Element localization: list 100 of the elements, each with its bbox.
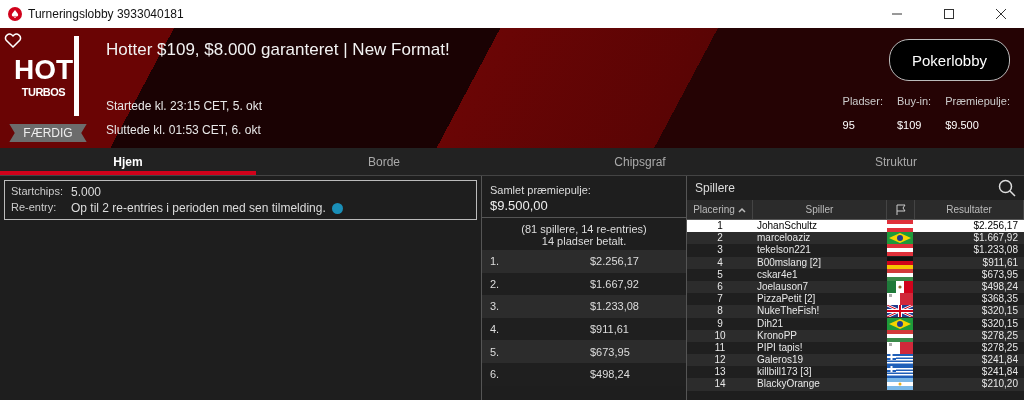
prize-amount: $1.233,08 (590, 300, 639, 313)
player-name: cskar4e1 (756, 268, 799, 281)
info-label: Re-entry: (11, 201, 58, 215)
prize-pool-amount: $9.500,00 (490, 198, 549, 213)
stat-label: Buy-in: (896, 95, 932, 107)
placement-cell-text: 9 (716, 317, 724, 330)
stat-value: $109 (896, 119, 923, 131)
placement-cell-text: 13 (713, 366, 727, 379)
result-cell-text: $673,95 (980, 268, 1019, 281)
placement-cell-text: 3 (716, 244, 724, 257)
placement-cell-text: 2 (716, 232, 724, 245)
flag-icon (887, 256, 913, 269)
player-name: NukeTheFish! (756, 305, 821, 318)
heart-icon[interactable] (4, 32, 22, 48)
flag-icon (887, 244, 913, 257)
prize-place: 2. (490, 277, 501, 290)
info-value: Op til 2 re-entries i perioden med sen tilmelding. (70, 201, 326, 215)
placement-cell-text: 14 (713, 378, 727, 391)
prize-pool-label: Samlet præmiepulje: (490, 184, 592, 196)
prize-amount: $2.256,17 (590, 255, 639, 268)
flag-outline-icon[interactable] (894, 203, 907, 216)
prize-place: 1. (490, 255, 501, 268)
search-icon[interactable] (998, 179, 1016, 197)
result-cell-text: $368,35 (980, 293, 1019, 306)
flag-icon (887, 268, 913, 281)
player-name: JohanSchultz (756, 220, 819, 233)
flag-icon (887, 305, 913, 318)
flag-icon (887, 341, 913, 354)
placement-cell-text: 5 (716, 268, 724, 281)
tab[interactable]: Borde (256, 148, 512, 175)
result-cell-text: $1.667,92 (972, 232, 1019, 245)
placement-cell-text: 6 (716, 280, 724, 294)
result-cell-text: $210,20 (980, 378, 1019, 391)
player-name: KronoPP (756, 329, 799, 342)
column-header[interactable]: Resultater (915, 200, 1024, 219)
tab[interactable]: Struktur (768, 148, 1024, 175)
flag-icon (887, 293, 913, 306)
prize-place: 6. (490, 368, 501, 381)
poker-lobby-button[interactable]: Pokerlobby (888, 39, 1010, 81)
stat-label: Præmiepulje: (945, 95, 1010, 107)
prize-place: 3. (490, 300, 501, 313)
placement-cell-text: 12 (713, 354, 727, 367)
info-icon[interactable] (331, 202, 343, 214)
column-header[interactable]: Spiller (753, 200, 887, 219)
player-row[interactable]: 1 JohanSchultz $2.256,17 (687, 220, 1024, 233)
result-cell-text: $278,25 (980, 329, 1019, 342)
spade-logo-icon (8, 7, 22, 21)
result-cell-text: $241,84 (980, 354, 1019, 367)
flag-icon (887, 232, 913, 245)
sort-up-icon (737, 206, 746, 213)
prize-amount: $1.667,92 (590, 277, 639, 290)
info-label: Startchips: (11, 185, 63, 199)
player-row[interactable]: 14 BlackyOrange $210,20 (687, 378, 1024, 391)
prize-amount: $673,95 (590, 345, 630, 358)
flag-icon (887, 366, 913, 379)
prize-place: 5. (490, 345, 501, 358)
column-header[interactable]: Placering (687, 200, 753, 219)
flag-icon (887, 220, 913, 232)
flag-icon (887, 354, 913, 367)
prize-amount: $498,24 (590, 368, 630, 381)
placement-cell-text: 1 (716, 220, 724, 233)
player-name: killbill173 [3] (756, 366, 813, 379)
tab[interactable]: Hjem (0, 148, 256, 175)
flag-icon (887, 378, 913, 391)
player-row[interactable]: 2 marceloaziz $1.667,92 (687, 232, 1024, 245)
players-title: Spillere (695, 181, 736, 195)
player-row[interactable]: 12 Galeros19 $241,84 (687, 354, 1024, 367)
player-name: B00mslang [2] (756, 256, 822, 269)
flag-icon (887, 280, 913, 293)
close-icon[interactable] (996, 9, 1006, 19)
status-badge: FÆRDIG (9, 124, 87, 142)
player-name: BlackyOrange (756, 378, 821, 391)
player-name: Galeros19 (756, 354, 805, 367)
placement-cell-text: 8 (716, 305, 724, 318)
paid-places-text: 14 pladser betalt. (541, 235, 627, 247)
end-time: Sluttede kl. 01:53 CET, 6. okt (106, 122, 262, 139)
stat-value: 95 (842, 119, 856, 131)
player-name: Joelauson7 (756, 280, 810, 294)
info-value: 5.000 (70, 185, 101, 199)
flag-icon (887, 329, 913, 342)
player-name: PizzaPetit [2] (756, 293, 817, 306)
result-cell-text: $320,15 (980, 305, 1019, 318)
player-row[interactable]: 8 NukeTheFish! $320,15 (687, 305, 1024, 318)
result-cell-text: $278,25 (980, 341, 1019, 355)
result-cell-text: $911,61 (981, 256, 1019, 269)
placement-cell-text: 4 (716, 256, 724, 269)
result-cell-text: $1.233,08 (972, 244, 1019, 257)
result-cell-text: $498,24 (980, 280, 1019, 294)
entries-text: (81 spillere, 14 re-entries) (521, 223, 647, 235)
stat-value: $9.500 (945, 119, 980, 131)
start-time: Startede kl. 23:15 CET, 5. okt (106, 98, 264, 115)
player-name: PIPI tapis! (756, 341, 804, 355)
prize-amount: $911,61 (590, 323, 629, 336)
player-name: Dih21 (756, 317, 785, 330)
tournament-title: Hotter $109, $8.000 garanteret | New Format! (106, 40, 451, 60)
tab[interactable]: Chipsgraf (512, 148, 768, 175)
result-cell-text: $2.256,17 (972, 220, 1019, 233)
stat-label: Pladser: (842, 95, 883, 107)
maximize-icon[interactable] (944, 9, 954, 19)
result-cell-text: $241,84 (980, 366, 1019, 379)
